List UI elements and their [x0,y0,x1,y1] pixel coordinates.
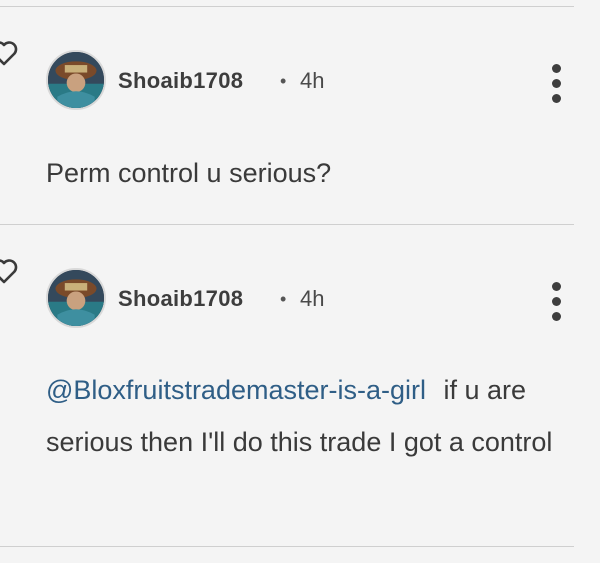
avatar[interactable] [46,50,106,110]
more-options-button[interactable] [546,282,566,327]
comment-username[interactable]: Shoaib1708 [118,68,243,94]
more-options-button[interactable] [546,64,566,109]
comment-divider [0,224,574,225]
comment-username[interactable]: Shoaib1708 [118,286,243,312]
meta-separator: • [280,71,287,91]
comment-timestamp: 4h [300,286,325,311]
heart-outline-icon[interactable] [0,40,18,66]
vertical-ellipsis-icon [551,282,561,291]
comment-body: Perm control u serious? [46,158,332,188]
avatar[interactable] [46,268,106,328]
comment-timestamp: 4h [300,68,325,93]
comment-text: @Bloxfruitstrademaster-is-a-girl if u ar… [46,364,561,468]
user-mention-link[interactable]: @Bloxfruitstrademaster-is-a-girl [46,375,426,405]
comment-divider [0,546,574,547]
vertical-ellipsis-icon [551,64,561,73]
comment-text: Perm control u serious? [46,147,566,199]
top-divider [0,6,574,7]
meta-separator: • [280,289,287,309]
heart-outline-icon[interactable] [0,258,18,284]
